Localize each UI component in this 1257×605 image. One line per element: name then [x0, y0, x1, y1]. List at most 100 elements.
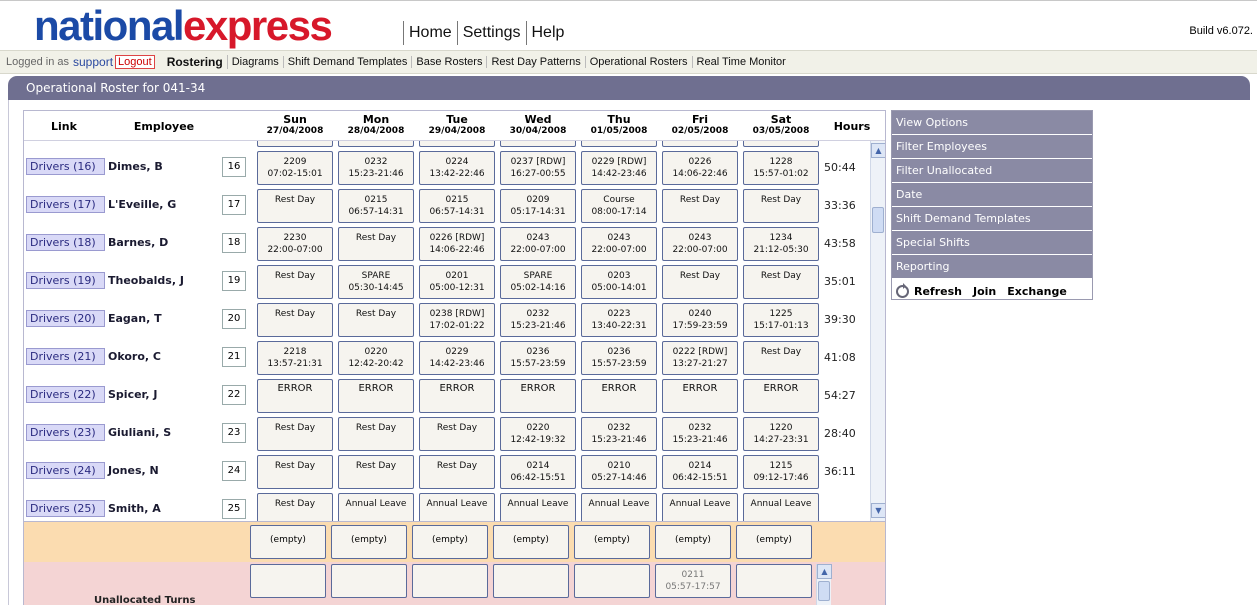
shift-cell[interactable]: 0222 [RDW] 13:27-21:27: [662, 341, 738, 375]
shift-cell[interactable]: ERROR: [257, 379, 333, 413]
shift-cell[interactable]: 0209 05:17-14:31: [500, 189, 576, 223]
driver-link[interactable]: Drivers (21): [26, 348, 105, 365]
shift-cell[interactable]: Rest Day: [257, 493, 333, 521]
refresh-icon[interactable]: [896, 282, 909, 298]
shift-cell[interactable]: Rest Day: [662, 265, 738, 299]
shift-cell[interactable]: 0232 15:23-21:46: [338, 151, 414, 185]
unallocated-shift-cell[interactable]: [574, 564, 650, 598]
driver-link[interactable]: Drivers (19): [26, 272, 105, 289]
unallocated-shift-cell[interactable]: [736, 564, 812, 598]
join-button[interactable]: Join: [973, 285, 996, 298]
scroll-up-button[interactable]: ▲: [871, 143, 885, 158]
shift-cell[interactable]: Annual Leave: [743, 493, 819, 521]
menu-filter-employees[interactable]: Filter Employees: [892, 135, 1092, 158]
menu-shift-demand-templates[interactable]: Shift Demand Templates: [892, 207, 1092, 230]
shift-cell[interactable]: 1225 15:17-01:13: [743, 303, 819, 337]
empty-shift-cell[interactable]: (empty): [493, 525, 569, 559]
shift-cell[interactable]: 022914:06-22:46: [581, 141, 657, 147]
unallocated-scroll-thumb[interactable]: [818, 581, 830, 601]
shift-cell[interactable]: Annual Leave: [662, 493, 738, 521]
shift-cell[interactable]: 0203 05:00-14:01: [581, 265, 657, 299]
shift-cell[interactable]: Rest Day: [257, 417, 333, 451]
shift-cell[interactable]: Rest Day: [257, 303, 333, 337]
shift-cell[interactable]: Course 08:00-17:14: [581, 189, 657, 223]
subnav-rest-day-patterns[interactable]: Rest Day Patterns: [487, 56, 586, 68]
shift-cell[interactable]: Rest Day: [338, 455, 414, 489]
shift-cell[interactable]: SPARE 05:02-14:16: [500, 265, 576, 299]
shift-cell[interactable]: Annual Leave: [419, 493, 495, 521]
refresh-button[interactable]: Refresh: [914, 285, 962, 298]
shift-cell[interactable]: Rest Day: [419, 141, 495, 147]
subnav-diagrams[interactable]: Diagrams: [228, 56, 284, 68]
shift-cell[interactable]: 220707:05-15:46: [257, 141, 333, 147]
roster-scrollbar[interactable]: ▲ ▼: [870, 141, 885, 521]
shift-cell[interactable]: 0226 14:06-22:46: [662, 151, 738, 185]
subnav-base-rosters[interactable]: Base Rosters: [412, 56, 488, 68]
driver-link[interactable]: Drivers (25): [26, 500, 105, 517]
shift-cell[interactable]: Rest Day: [419, 455, 495, 489]
shift-cell[interactable]: 0214 06:42-15:51: [662, 455, 738, 489]
shift-cell[interactable]: Rest Day: [743, 189, 819, 223]
scroll-thumb[interactable]: [872, 207, 884, 233]
shift-cell[interactable]: Annual Leave: [500, 493, 576, 521]
shift-cell[interactable]: 0243 22:00-07:00: [581, 227, 657, 261]
empty-shift-cell[interactable]: (empty): [736, 525, 812, 559]
shift-cell[interactable]: 0238 [RDW] 17:02-01:22: [419, 303, 495, 337]
shift-cell[interactable]: 0201 05:00-12:31: [419, 265, 495, 299]
shift-cell[interactable]: Rest Day: [257, 455, 333, 489]
shift-cell[interactable]: 0224 13:42-22:46: [419, 151, 495, 185]
shift-cell[interactable]: 0232 15:23-21:46: [500, 303, 576, 337]
nav-settings[interactable]: Settings: [456, 21, 526, 45]
unallocated-shift-cell[interactable]: [412, 564, 488, 598]
national-express-logo[interactable]: nationalexpress: [34, 1, 333, 51]
shift-cell[interactable]: 0236 15:57-23:59: [581, 341, 657, 375]
shift-cell[interactable]: Rest Day: [338, 227, 414, 261]
shift-cell[interactable]: Rest Day: [338, 417, 414, 451]
shift-cell[interactable]: 0223 13:40-22:31: [581, 303, 657, 337]
shift-cell[interactable]: Rest Day: [743, 141, 819, 147]
shift-cell[interactable]: Rest Day: [419, 417, 495, 451]
shift-cell[interactable]: Rest Day: [257, 189, 333, 223]
empty-shift-cell[interactable]: (empty): [574, 525, 650, 559]
empty-shift-cell[interactable]: (empty): [412, 525, 488, 559]
shift-cell[interactable]: SPARE 05:30-14:45: [338, 265, 414, 299]
shift-cell[interactable]: 0229 [RDW] 14:42-23:46: [581, 151, 657, 185]
driver-link[interactable]: Drivers (18): [26, 234, 105, 251]
subnav-rostering[interactable]: Rostering: [163, 55, 228, 69]
shift-cell[interactable]: ERROR: [338, 379, 414, 413]
unallocated-shift-cell[interactable]: [331, 564, 407, 598]
shift-cell[interactable]: 0243 22:00-07:00: [662, 227, 738, 261]
unallocated-shift-cell[interactable]: [493, 564, 569, 598]
shift-cell[interactable]: ERROR: [743, 379, 819, 413]
shift-cell[interactable]: 0214 06:42-15:51: [500, 455, 576, 489]
shift-cell[interactable]: 2230 22:00-07:00: [257, 227, 333, 261]
subnav-operational-rosters[interactable]: Operational Rosters: [586, 56, 693, 68]
shift-cell[interactable]: ERROR: [581, 379, 657, 413]
shift-cell[interactable]: 0232 15:23-21:46: [662, 417, 738, 451]
menu-filter-unallocated[interactable]: Filter Unallocated: [892, 159, 1092, 182]
unallocated-scrollbar[interactable]: ▲: [816, 564, 832, 605]
shift-cell[interactable]: 0243 22:00-07:00: [500, 227, 576, 261]
shift-cell[interactable]: 0215 06:57-14:31: [338, 189, 414, 223]
shift-cell[interactable]: ERROR: [662, 379, 738, 413]
driver-link[interactable]: Drivers (16): [26, 158, 105, 175]
shift-cell[interactable]: Rest Day: [257, 265, 333, 299]
driver-link[interactable]: Drivers (23): [26, 424, 105, 441]
subnav-real-time-monitor[interactable]: Real Time Monitor: [693, 56, 790, 68]
shift-cell[interactable]: Annual Leave: [581, 493, 657, 521]
menu-special-shifts[interactable]: Special Shifts: [892, 231, 1092, 254]
shift-cell[interactable]: 023214:17-23:31: [338, 141, 414, 147]
unallocated-shift-cell[interactable]: 0211 05:57-17:57: [655, 564, 731, 598]
unallocated-scroll-up-button[interactable]: ▲: [817, 564, 832, 579]
username-link[interactable]: support: [73, 55, 113, 69]
shift-cell[interactable]: 0220 12:42-20:42: [338, 341, 414, 375]
shift-cell[interactable]: 023114:17-23:31: [500, 141, 576, 147]
shift-cell[interactable]: 1234 21:12-05:30: [743, 227, 819, 261]
nav-help[interactable]: Help: [525, 21, 570, 45]
shift-cell[interactable]: 0240 17:59-23:59: [662, 303, 738, 337]
shift-cell[interactable]: 1220 14:27-23:31: [743, 417, 819, 451]
shift-cell[interactable]: 0232 15:23-21:46: [581, 417, 657, 451]
shift-cell[interactable]: 1228 15:57-01:02: [743, 151, 819, 185]
shift-cell[interactable]: Rest Day: [662, 189, 738, 223]
shift-cell[interactable]: 0226 [RDW] 14:06-22:46: [419, 227, 495, 261]
